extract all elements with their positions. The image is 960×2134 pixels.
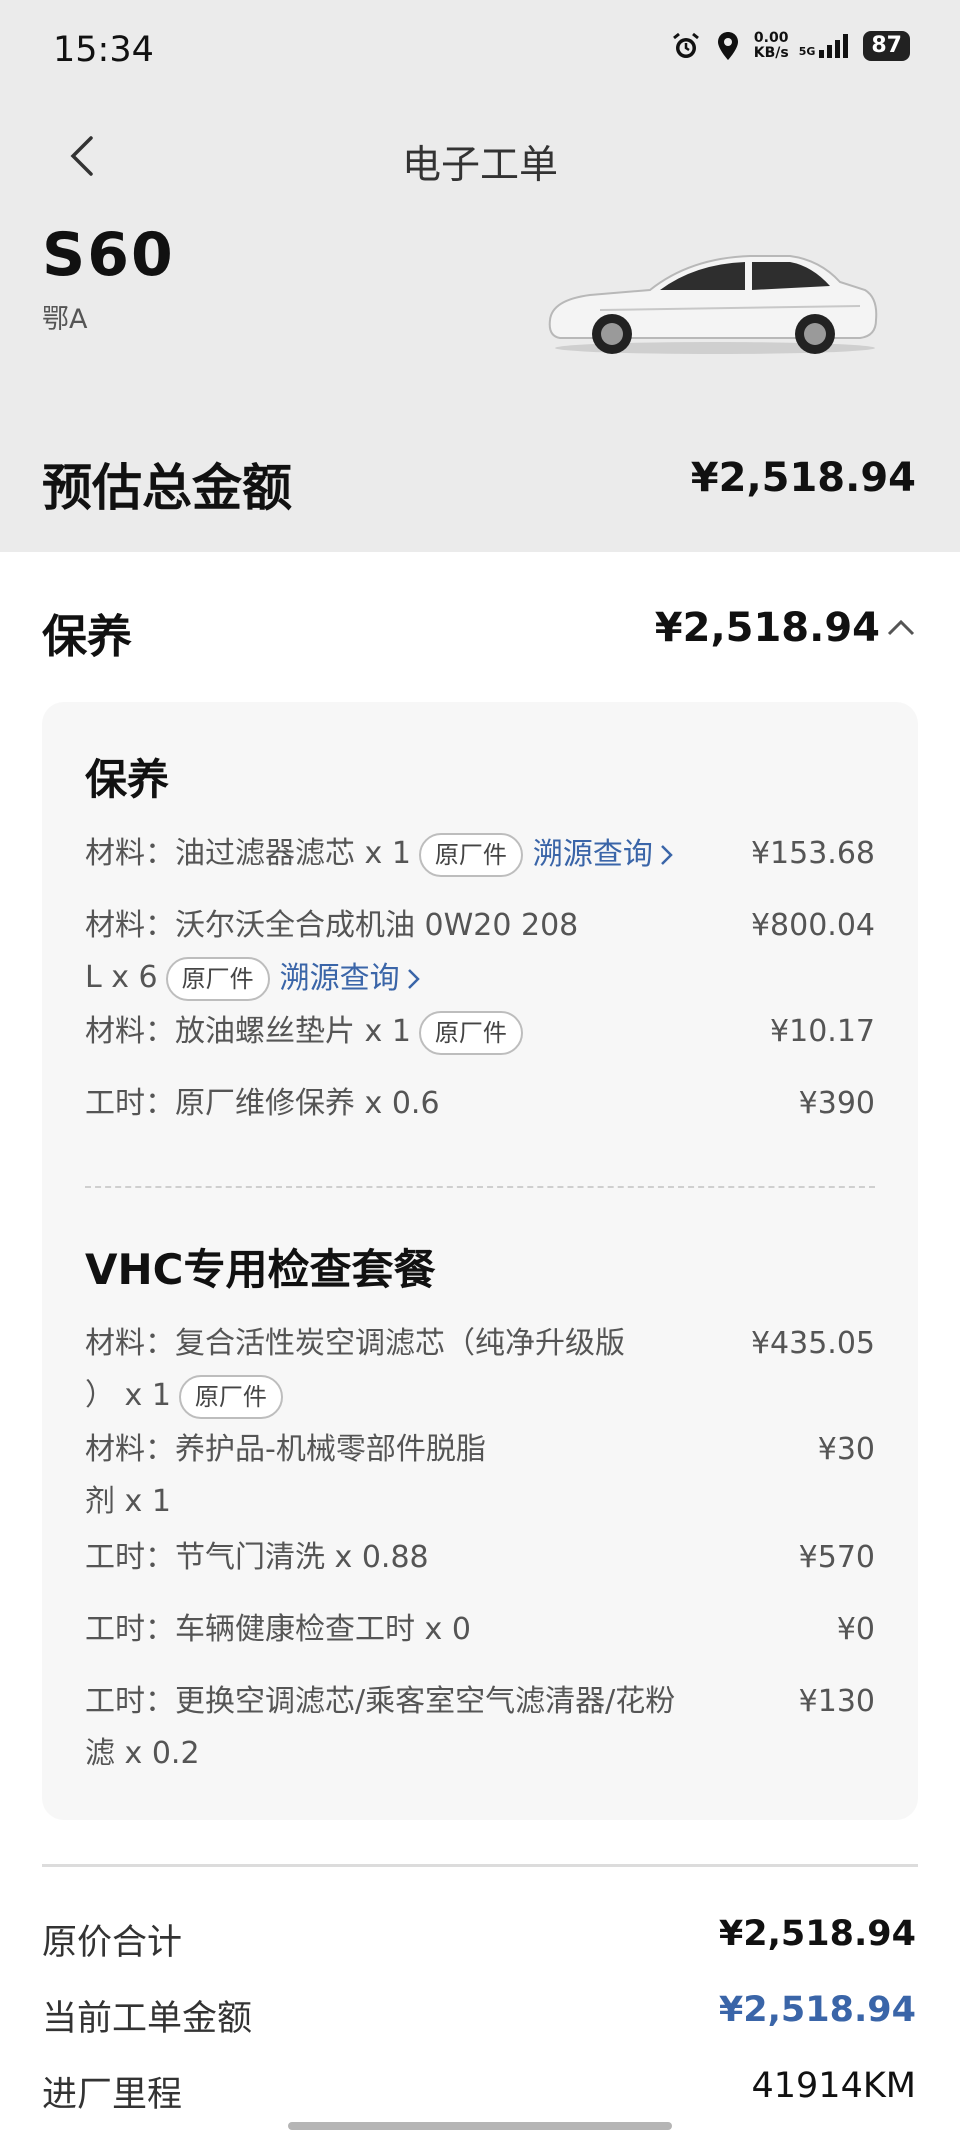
list-item: 工时：车辆健康检查工时 x 0 [85, 1604, 785, 1656]
group-title-vhc: VHC专用检查套餐 [85, 1245, 436, 1294]
oem-tag: 原厂件 [178, 1374, 283, 1419]
location-icon [717, 32, 738, 60]
vehicle-model: S60 [42, 220, 175, 290]
status-time: 15:34 [53, 30, 154, 70]
group-divider [85, 1186, 875, 1188]
signal-group: 5G [799, 34, 854, 58]
oem-tag: 原厂件 [165, 956, 270, 1001]
item-text: 工时：节气门清洗 x 0.88 [85, 1540, 429, 1575]
net-speed-unit: KB/s [753, 45, 789, 61]
chevron-right-icon[interactable] [657, 843, 675, 867]
item-price: ¥435.05 [750, 1326, 875, 1361]
section-total: ¥2,518.94 [654, 605, 880, 651]
home-indicator[interactable] [288, 2122, 672, 2130]
item-text: ） x 1 [85, 1378, 171, 1413]
item-text: 材料：复合活性炭空调滤芯（纯净升级版 [85, 1326, 625, 1361]
item-price: ¥570 [798, 1540, 875, 1575]
car-image [548, 255, 878, 354]
item-text: L x 6 [85, 960, 158, 995]
item-text: 剂 x 1 [85, 1484, 171, 1519]
item-price: ¥10.17 [770, 1014, 875, 1049]
item-price: ¥0 [836, 1612, 875, 1647]
list-item: 工时：更换空调滤芯/乘客室空气滤清器/花粉 [85, 1676, 785, 1728]
net-speed-value: 0.00 [753, 30, 789, 46]
summary-divider [42, 1864, 918, 1867]
list-item-continued: L x 6 原厂件 溯源查询 [85, 952, 785, 1005]
item-price: ¥130 [798, 1684, 875, 1719]
item-text: 滤 x 0.2 [85, 1736, 200, 1771]
item-text: 材料：沃尔沃全合成机油 0W20 208 [85, 908, 579, 943]
trace-link[interactable]: 溯源查询 [533, 837, 653, 872]
list-item: 材料：油过滤器滤芯 x 1 原厂件 溯源查询 [85, 828, 785, 881]
group-title-maintenance: 保养 [85, 755, 170, 804]
oem-tag: 原厂件 [418, 1010, 523, 1055]
item-price: ¥390 [798, 1086, 875, 1121]
item-text: 工时：车辆健康检查工时 x 0 [85, 1612, 471, 1647]
item-text: 材料：养护品-机械零部件脱脂 [85, 1432, 486, 1467]
item-price: ¥800.04 [750, 908, 875, 943]
mileage-value: 41914KM [751, 2066, 917, 2106]
list-item: 工时：原厂维修保养 x 0.6 [85, 1078, 785, 1130]
battery-indicator: 87 [863, 31, 910, 61]
trace-link[interactable]: 溯源查询 [280, 961, 400, 996]
chevron-up-icon[interactable] [886, 616, 916, 638]
list-item: 工时：节气门清洗 x 0.88 [85, 1532, 785, 1584]
original-total-value: ¥2,518.94 [718, 1914, 916, 1954]
item-text: 材料：放油螺丝垫片 x 1 [85, 1014, 411, 1049]
alarm-icon [672, 32, 699, 58]
item-text: 工时：更换空调滤芯/乘客室空气滤清器/花粉 [85, 1684, 676, 1719]
chevron-right-icon[interactable] [404, 967, 422, 991]
list-item-continued: ） x 1 原厂件 [85, 1370, 785, 1422]
current-total-value: ¥2,518.94 [718, 1990, 916, 2030]
signal-icon [819, 34, 849, 58]
list-item: 材料：沃尔沃全合成机油 0W20 208 [85, 900, 785, 952]
item-text: 材料：油过滤器滤芯 x 1 [85, 836, 411, 871]
status-icons: 0.00 KB/s 5G 87 [670, 30, 910, 62]
oem-tag: 原厂件 [418, 832, 523, 877]
current-total-label: 当前工单金额 [42, 1999, 253, 2039]
network-speed: 0.00 KB/s [754, 31, 789, 61]
list-item: 材料：放油螺丝垫片 x 1 原厂件 [85, 1006, 785, 1058]
list-item-continued: 滤 x 0.2 [85, 1728, 785, 1780]
list-item: 材料：复合活性炭空调滤芯（纯净升级版 [85, 1318, 785, 1370]
page-title: 电子工单 [401, 143, 558, 188]
estimate-value: ¥2,518.94 [690, 455, 916, 501]
section-title[interactable]: 保养 [42, 600, 132, 665]
original-total-label: 原价合计 [42, 1923, 183, 1963]
item-text: 工时：原厂维修保养 x 0.6 [85, 1086, 440, 1121]
item-price: ¥153.68 [750, 836, 875, 871]
list-item-continued: 剂 x 1 [85, 1476, 785, 1528]
list-item: 材料：养护品-机械零部件脱脂 [85, 1424, 785, 1476]
mileage-label: 进厂里程 [42, 2075, 183, 2115]
estimate-label: 预估总金额 [42, 459, 292, 517]
signal-type: 5G [798, 45, 816, 58]
vehicle-plate: 鄂A [42, 304, 88, 335]
item-price: ¥30 [817, 1432, 875, 1467]
